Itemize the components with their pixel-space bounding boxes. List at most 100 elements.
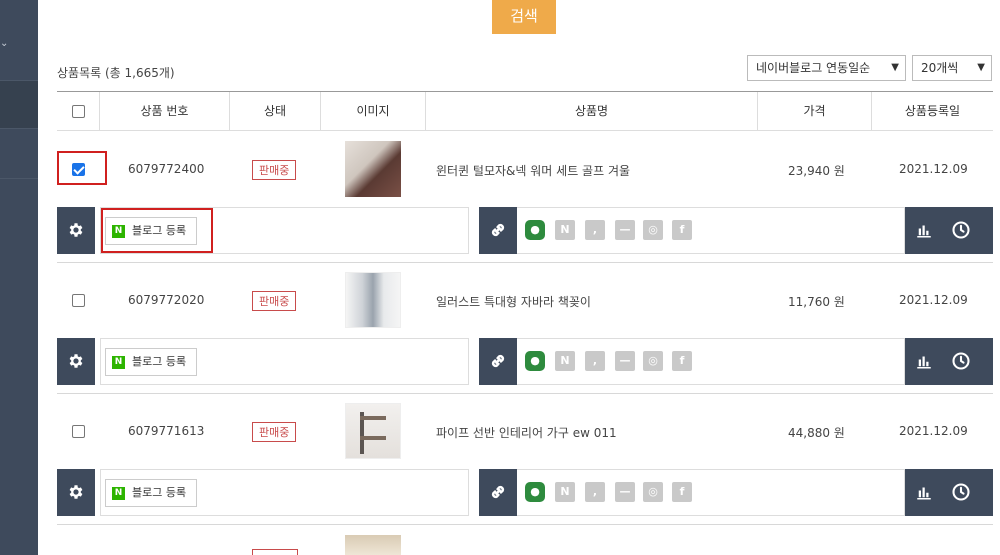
row-divider [57,524,993,525]
chevron-down-icon: ▼ [977,62,985,73]
page-size-select[interactable]: 20개씩 ▼ [912,55,992,81]
product-price: 11,760 원 [788,295,845,309]
settings-button[interactable] [57,207,95,254]
bar-chart-icon[interactable] [915,221,933,239]
row-checkbox[interactable] [72,294,85,307]
page-size-select-value: 20개씩 [921,61,959,75]
link-button[interactable] [479,469,517,516]
link-button[interactable] [479,338,517,385]
product-image-detail [360,416,386,420]
header-date[interactable]: 상품등록일 [872,92,993,131]
social-share-bar: ● N , — ◎ f [517,469,905,516]
sidebar-item[interactable] [0,128,38,178]
settings-button[interactable] [57,338,95,385]
mail-icon[interactable]: — [615,482,635,502]
social-share-bar: ● N , — ◎ f [517,338,905,385]
social-share-bar: ● N , — ◎ f [517,207,905,254]
stats-panel [905,207,993,254]
naver-icon: N [112,356,125,369]
hexagon-icon[interactable]: ● [525,351,545,371]
row-divider [57,262,993,263]
naver-icon[interactable]: N [555,220,575,240]
comma-icon[interactable]: , [585,482,605,502]
product-image[interactable] [345,141,401,197]
sort-select[interactable]: 네이버블로그 연동일순 ▼ [747,55,906,81]
instagram-icon[interactable]: ◎ [643,482,663,502]
link-icon [491,485,505,499]
settings-button[interactable] [57,469,95,516]
sidebar: ⌄ [0,0,38,555]
highlight-box [57,151,107,185]
naver-icon: N [112,487,125,500]
product-image[interactable] [345,272,401,328]
link-icon [491,223,505,237]
facebook-icon[interactable]: f [672,220,692,240]
select-all-cell [57,92,100,131]
product-image[interactable] [345,535,401,555]
product-date: 2021.12.09 [899,162,968,176]
search-button[interactable]: 검색 [492,0,556,34]
comma-icon[interactable]: , [585,351,605,371]
clock-icon[interactable] [951,482,971,502]
link-icon [491,354,505,368]
facebook-icon[interactable]: f [672,482,692,502]
product-image-detail [360,436,386,440]
mail-icon[interactable]: — [615,351,635,371]
stats-panel [905,469,993,516]
chevron-down-icon[interactable]: ⌄ [0,38,10,58]
table-header: 상품 번호 상태 이미지 상품명 가격 상품등록일 [57,91,993,131]
header-product-number[interactable]: 상품 번호 [100,92,230,131]
gear-icon [69,354,83,368]
blog-register-label: 블로그 등록 [132,355,187,368]
mail-icon[interactable]: — [615,220,635,240]
gear-icon [69,485,83,499]
product-date: 2021.12.09 [899,424,968,438]
instagram-icon[interactable]: ◎ [643,351,663,371]
facebook-icon[interactable]: f [672,351,692,371]
product-name[interactable]: 일러스트 특대형 자바라 책꽂이 [436,293,591,310]
header-image: 이미지 [321,92,426,131]
header-status[interactable]: 상태 [230,92,321,131]
product-name[interactable]: 파이프 선반 인테리어 가구 ew 011 [436,424,617,441]
stats-panel [905,338,993,385]
status-badge [252,549,298,555]
hexagon-icon[interactable]: ● [525,482,545,502]
highlight-box [101,208,213,253]
header-price[interactable]: 가격 [758,92,872,131]
blog-panel: N 블로그 등록 [100,338,469,385]
instagram-icon[interactable]: ◎ [643,220,663,240]
product-number: 6079772020 [128,293,205,307]
sort-select-value: 네이버블로그 연동일순 [756,61,871,75]
clock-icon[interactable] [951,220,971,240]
product-date: 2021.12.09 [899,293,968,307]
status-badge: 판매중 [252,160,297,180]
link-button[interactable] [479,207,517,254]
header-product-name[interactable]: 상품명 [426,92,758,131]
status-badge: 판매중 [252,422,297,442]
list-title: 상품목록 (총 1,665개) [57,66,175,80]
blog-register-button[interactable]: N 블로그 등록 [105,348,197,376]
blog-register-label: 블로그 등록 [132,486,187,499]
comma-icon[interactable]: , [585,220,605,240]
row-divider [57,393,993,394]
status-badge: 판매중 [252,291,297,311]
product-name[interactable]: 윈터퀸 털모자&넥 워머 세트 골프 겨울 [436,162,630,179]
sidebar-item[interactable] [0,80,38,128]
bar-chart-icon[interactable] [915,483,933,501]
product-price: 23,940 원 [788,164,845,178]
sidebar-item[interactable] [0,178,38,230]
product-number: 6079771613 [128,424,205,438]
product-price: 44,880 원 [788,426,845,440]
product-image[interactable] [345,403,401,459]
clock-icon[interactable] [951,351,971,371]
blog-register-button[interactable]: N 블로그 등록 [105,479,197,507]
bar-chart-icon[interactable] [915,352,933,370]
select-all-checkbox[interactable] [71,105,85,118]
naver-icon[interactable]: N [555,482,575,502]
hexagon-icon[interactable]: ● [525,220,545,240]
blog-panel: N 블로그 등록 [100,469,469,516]
chevron-down-icon: ▼ [891,62,899,73]
row-checkbox[interactable] [72,425,85,438]
naver-icon[interactable]: N [555,351,575,371]
product-number: 6079772400 [128,162,205,176]
